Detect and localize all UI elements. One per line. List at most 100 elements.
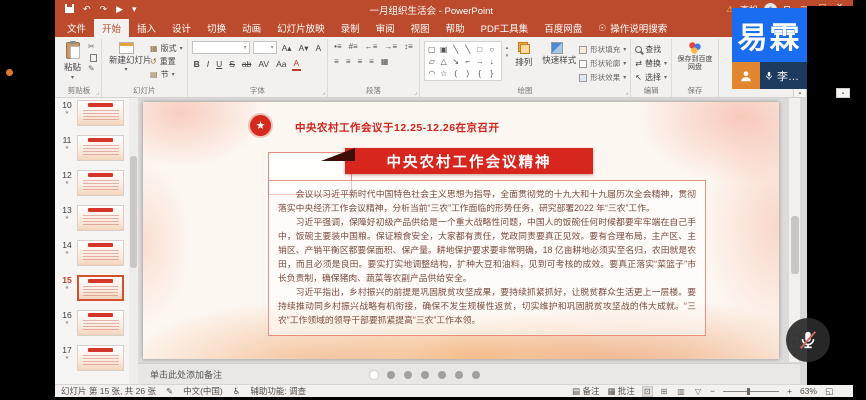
- shapes-scroll-down-icon[interactable]: ▾: [506, 53, 509, 59]
- tab-record[interactable]: 录制: [333, 19, 368, 37]
- align-right-button[interactable]: ≡: [355, 56, 364, 68]
- speaker-bar[interactable]: 李…: [760, 62, 807, 89]
- slide-thumbnail[interactable]: 11★: [59, 135, 138, 161]
- slide-thumbnail[interactable]: 14★: [59, 240, 138, 266]
- numbering-button[interactable]: #≡: [347, 41, 360, 53]
- font-color-button[interactable]: A: [292, 57, 302, 71]
- align-center-button[interactable]: ≡: [344, 56, 353, 68]
- current-slide[interactable]: ★ 中央农村工作会议于12.25-12.26在京召开 中央农村工作会议精神 会议…: [143, 102, 779, 359]
- slide-thumbnail[interactable]: 16★: [59, 310, 138, 336]
- italic-button[interactable]: I: [205, 58, 211, 70]
- bold-button[interactable]: B: [192, 58, 202, 70]
- slide-thumb-preview[interactable]: [77, 135, 124, 161]
- tab-view[interactable]: 视图: [403, 19, 438, 37]
- shrink-font-button[interactable]: A▾: [297, 42, 311, 54]
- underline-button[interactable]: U: [214, 58, 224, 70]
- slide-thumb-preview[interactable]: [77, 170, 124, 196]
- slideshow-icon[interactable]: ▶: [116, 5, 123, 14]
- zoom-out-button[interactable]: −: [710, 386, 715, 396]
- align-left-button[interactable]: ≡: [332, 56, 341, 68]
- slide-thumbnail[interactable]: 10★: [59, 100, 138, 126]
- view-reading-button[interactable]: ▥: [676, 387, 686, 396]
- shape-glyph[interactable]: □: [474, 43, 486, 55]
- tab-help[interactable]: 帮助: [438, 19, 473, 37]
- zoom-level[interactable]: 63%: [800, 386, 817, 396]
- thumbnail-scrollbar[interactable]: [129, 98, 138, 384]
- cut-icon[interactable]: ✂: [88, 43, 97, 51]
- find-button[interactable]: 查找: [635, 44, 667, 55]
- tab-animations[interactable]: 动画: [234, 19, 269, 37]
- shape-glyph[interactable]: ☆: [438, 67, 450, 79]
- dialog-launcher-icon[interactable]: ⌟: [322, 89, 325, 96]
- slide-thumb-preview[interactable]: [77, 205, 124, 231]
- editor-scrollbar[interactable]: [788, 98, 800, 334]
- shape-glyph[interactable]: ○: [486, 43, 498, 55]
- tab-home[interactable]: 开始: [94, 19, 129, 37]
- font-size-select[interactable]: ▾: [253, 41, 277, 54]
- arrange-button[interactable]: 排列: [512, 41, 535, 69]
- shape-glyph[interactable]: ↓: [486, 55, 498, 67]
- grow-font-button[interactable]: A▴: [280, 42, 294, 54]
- view-sorter-button[interactable]: ⊞: [660, 387, 669, 396]
- view-slideshow-button[interactable]: ▽: [694, 387, 702, 396]
- tell-me-search[interactable]: ☉ 操作说明搜索: [590, 19, 675, 37]
- strikethrough-button[interactable]: ab: [240, 58, 253, 70]
- notes-toggle[interactable]: ▤ 备注: [572, 385, 599, 397]
- slide-thumb-preview[interactable]: [77, 275, 124, 301]
- scrollbar-thumb[interactable]: [791, 216, 799, 274]
- shape-glyph[interactable]: ▢: [426, 43, 438, 55]
- fit-to-window-icon[interactable]: ◱: [825, 386, 833, 397]
- shape-glyph[interactable]: ▱: [426, 55, 438, 67]
- increase-indent-button[interactable]: →≡: [382, 41, 399, 53]
- tab-file[interactable]: 文件: [59, 19, 94, 37]
- zoom-in-button[interactable]: +: [787, 386, 792, 396]
- tab-transitions[interactable]: 切换: [199, 19, 234, 37]
- tab-review[interactable]: 审阅: [368, 19, 403, 37]
- save-to-baidu-button[interactable]: 保存到百度网盘: [676, 41, 714, 72]
- columns-button[interactable]: ▦: [379, 56, 391, 68]
- shape-glyph[interactable]: ◠: [426, 67, 438, 79]
- shape-glyph[interactable]: ↘: [450, 55, 462, 67]
- notes-placeholder[interactable]: 单击此处添加备注: [150, 368, 222, 381]
- zoom-slider-thumb[interactable]: [747, 388, 750, 395]
- bullets-button[interactable]: •≡: [332, 41, 343, 53]
- collapse-ribbon-icon[interactable]: ▴: [793, 88, 807, 98]
- shape-glyph[interactable]: ): [462, 67, 474, 79]
- shape-glyph[interactable]: △: [438, 55, 450, 67]
- accessibility-label[interactable]: 辅助功能: 调查: [250, 385, 306, 397]
- shape-glyph[interactable]: (: [450, 67, 462, 79]
- scrollbar-thumb[interactable]: [130, 156, 137, 268]
- shadow-button[interactable]: S: [227, 58, 237, 70]
- select-button[interactable]: ↖选择▾: [635, 72, 667, 83]
- dialog-launcher-icon[interactable]: ⌟: [414, 89, 417, 96]
- slide-title-banner[interactable]: 中央农村工作会议精神: [345, 148, 593, 174]
- participant-tile[interactable]: [732, 62, 760, 89]
- slide-thumbnail[interactable]: 17★: [59, 345, 138, 371]
- dialog-launcher-icon[interactable]: ⌟: [625, 89, 628, 96]
- shape-glyph[interactable]: ▣: [438, 43, 450, 55]
- conference-name-badge[interactable]: 易霖: [732, 8, 807, 62]
- slide-thumb-preview[interactable]: [77, 240, 124, 266]
- new-slide-button[interactable]: 新建幻灯片 ▾: [106, 41, 146, 74]
- shape-glyph[interactable]: }: [486, 67, 498, 79]
- slide-thumbnail-selected[interactable]: 15★: [59, 275, 138, 301]
- character-spacing-button[interactable]: AV: [256, 58, 271, 70]
- redo-icon[interactable]: ↷: [100, 5, 108, 14]
- language-label[interactable]: 中文(中国): [183, 385, 223, 397]
- tab-pdf-tools[interactable]: PDF工具集: [473, 19, 537, 37]
- slide-thumb-preview[interactable]: [77, 345, 124, 371]
- comments-toggle[interactable]: ▦ 批注: [607, 385, 634, 397]
- slide-thumbnail[interactable]: 12★: [59, 170, 138, 196]
- decrease-indent-button[interactable]: ←≡: [363, 41, 380, 53]
- quick-styles-button[interactable]: 快速样式: [539, 41, 575, 66]
- shapes-scroll-up-icon[interactable]: ▴: [506, 45, 509, 51]
- tab-baidu-netdisk[interactable]: 百度网盘: [536, 19, 590, 37]
- slide-body-textbox[interactable]: 会议以习近平新时代中国特色社会主义思想为指导，全面贯彻党的十九大和十九届历次全会…: [268, 180, 706, 336]
- spellcheck-icon[interactable]: ✎: [166, 386, 173, 397]
- slide-kicker-text[interactable]: 中央农村工作会议于12.25-12.26在京召开: [295, 120, 500, 135]
- slide-thumb-preview[interactable]: [77, 310, 124, 336]
- shape-glyph[interactable]: ╲: [450, 43, 462, 55]
- font-name-select[interactable]: ▾: [192, 41, 250, 54]
- shape-outline-button[interactable]: 形状轮廓▾: [579, 58, 626, 69]
- clear-format-button[interactable]: A: [313, 42, 323, 54]
